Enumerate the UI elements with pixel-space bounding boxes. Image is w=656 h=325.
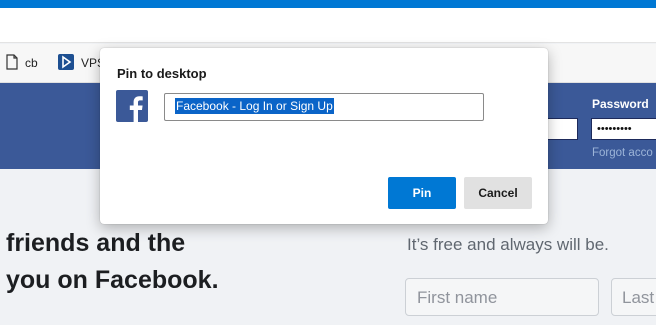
pin-to-desktop-dialog: Pin to desktop Facebook - Log In or Sign… [100,48,548,224]
browser-accent-strip [0,0,656,8]
dialog-title: Pin to desktop [117,66,207,81]
tagline-line-2: you on Facebook. [6,266,219,294]
forgot-account-link[interactable]: Forgot acco [592,147,653,159]
favorite-item-cb[interactable]: cb [6,53,38,73]
favorite-label: cb [25,56,38,70]
last-name-field[interactable]: Last [611,278,656,316]
signup-subtitle: It’s free and always will be. [407,235,609,254]
favorite-item-vps[interactable]: VPS [58,53,105,73]
first-name-field[interactable]: First name [405,278,599,316]
facebook-icon [116,90,148,122]
play-logo-icon [58,53,81,73]
cancel-button[interactable]: Cancel [464,177,532,209]
shortcut-name-input[interactable]: Facebook - Log In or Sign Up [164,93,484,121]
password-field[interactable]: ••••••••• [591,118,656,140]
pin-button[interactable]: Pin [388,177,456,209]
browser-toolbar [0,8,656,43]
tagline-line-1: friends and the [6,229,186,257]
screen: cb VPS Password ••••••••• Forgot acco g … [0,0,656,325]
selected-text: Facebook - Log In or Sign Up [175,98,334,114]
password-label: Password [592,97,649,111]
document-icon [6,53,25,73]
